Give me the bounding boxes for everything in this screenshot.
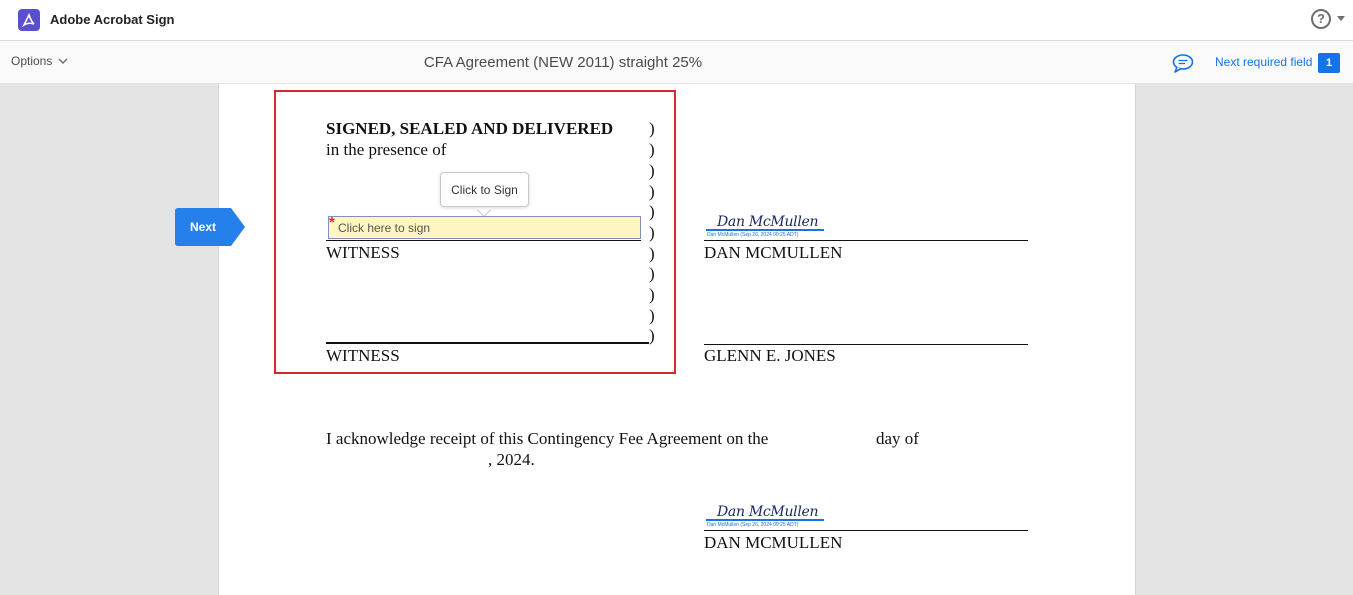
signature-caption: Dan McMullen (Sep 26, 2024 09:25 ADT)	[707, 232, 799, 238]
paren-mark: )	[649, 306, 655, 325]
signer-2-name: GLENN E. JONES	[704, 346, 836, 365]
help-icon[interactable]: ?	[1311, 9, 1331, 29]
signer-1-name: DAN MCMULLEN	[704, 243, 843, 262]
witness-signature-field[interactable]: Click here to sign	[328, 216, 641, 239]
comment-bubble-icon[interactable]	[1172, 53, 1194, 73]
chevron-down-icon[interactable]	[1337, 16, 1345, 21]
presence-line: in the presence of	[326, 140, 447, 159]
paren-mark: )	[649, 326, 655, 345]
signature-caption: Dan McMullen (Sep 26, 2024 09:25 ADT)	[707, 522, 799, 528]
toolbar: Options CFA Agreement (NEW 2011) straigh…	[0, 41, 1353, 84]
witness-2-signature-line	[326, 342, 649, 344]
required-count-badge[interactable]: 1	[1318, 53, 1340, 73]
click-to-sign-tooltip: Click to Sign	[440, 172, 529, 207]
signer-2-line	[704, 344, 1028, 345]
next-required-field-link[interactable]: Next required field	[1215, 55, 1312, 69]
paren-mark: )	[649, 119, 655, 138]
document-title: CFA Agreement (NEW 2011) straight 25%	[423, 54, 703, 71]
signer-1-line	[704, 240, 1028, 241]
signer-3-line	[704, 530, 1028, 531]
acrobat-sign-logo-icon	[18, 9, 40, 31]
signed-heading: SIGNED, SEALED AND DELIVERED	[326, 119, 614, 138]
paren-mark: )	[649, 182, 655, 201]
next-button-label[interactable]: Next	[175, 208, 231, 246]
witness-2-label: WITNESS	[326, 346, 400, 365]
signature-underline	[706, 229, 824, 231]
app-header: Adobe Acrobat Sign ?	[0, 0, 1353, 41]
paren-mark: )	[649, 244, 655, 263]
app-title: Adobe Acrobat Sign	[50, 12, 175, 27]
signature-image: Dan McMullen	[717, 214, 819, 230]
signature-underline	[706, 519, 824, 521]
signer-3-name: DAN MCMULLEN	[704, 533, 843, 552]
paren-mark: )	[649, 202, 655, 221]
paren-mark: )	[649, 223, 655, 242]
paren-mark: )	[649, 285, 655, 304]
paren-mark: )	[649, 161, 655, 180]
paren-mark: )	[649, 140, 655, 159]
witness-1-signature-line	[326, 240, 641, 241]
acknowledge-text: I acknowledge receipt of this Contingenc…	[326, 429, 769, 448]
acknowledge-year: , 2024.	[488, 450, 535, 469]
witness-1-label: WITNESS	[326, 243, 400, 262]
required-marker: *	[329, 214, 335, 231]
paren-mark: )	[649, 264, 655, 283]
signature-image: Dan McMullen	[717, 504, 819, 520]
acknowledge-day-of: day of	[876, 429, 919, 448]
